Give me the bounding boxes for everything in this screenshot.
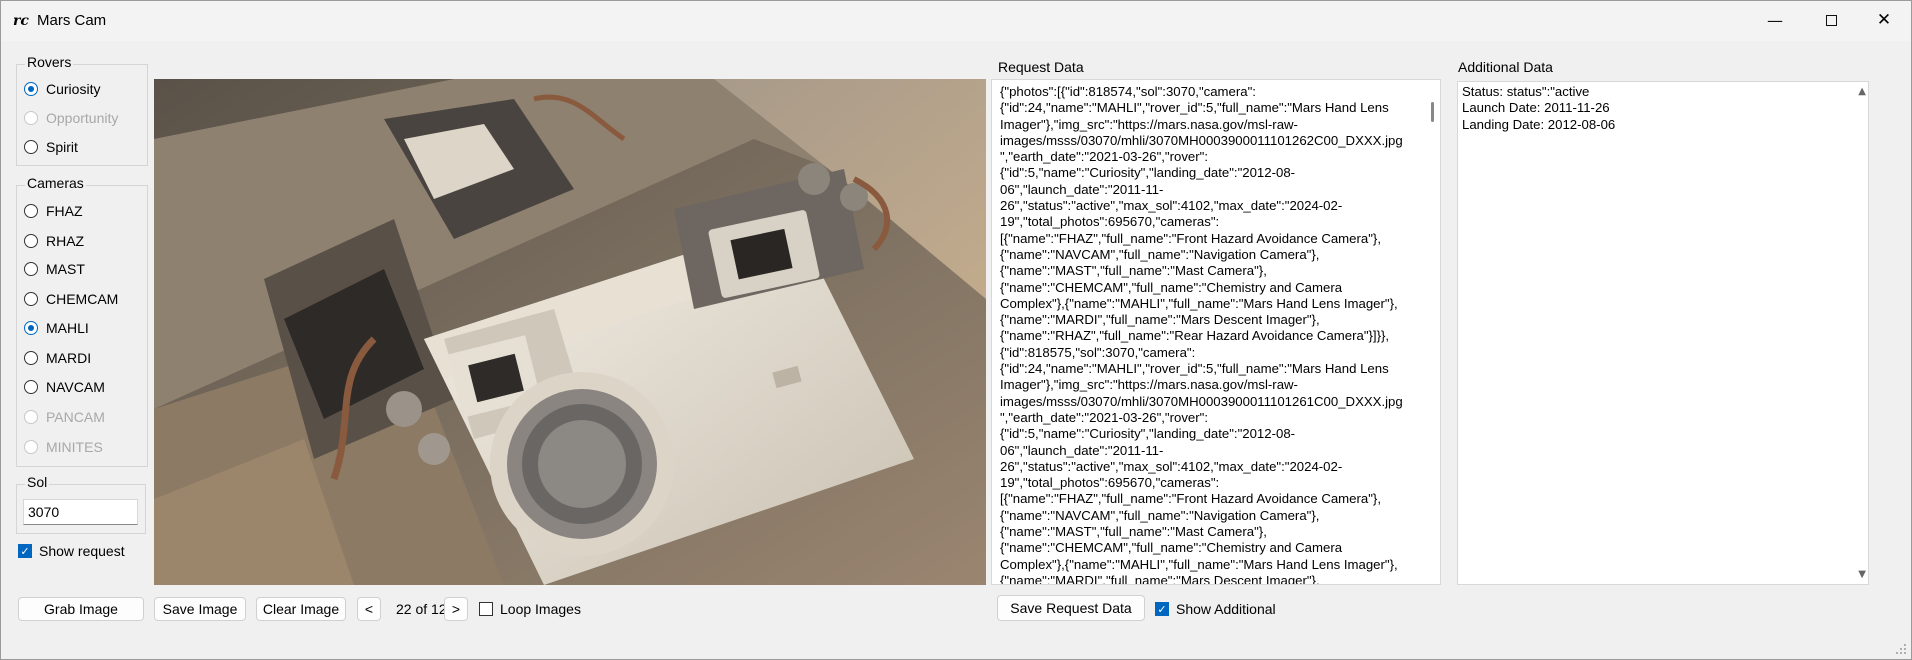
app-icon: rc [13,13,29,29]
checkbox-indicator [479,602,493,616]
camera-radio-mardi[interactable]: MARDI [24,347,91,369]
paging-counter: 22 of 12 [396,601,444,617]
camera-radio-mast[interactable]: MAST [24,258,85,280]
radio-indicator [24,351,38,365]
radio-indicator [24,234,38,248]
radio-indicator [24,380,38,394]
rover-photo-illustration [154,79,986,585]
checkbox-label: Show Additional [1176,601,1276,617]
additional-status-line: Status: status":"active [1462,84,1590,99]
additional-landing-date-line: Landing Date: 2012-08-06 [1462,116,1616,132]
sol-group-label: Sol [25,474,50,490]
camera-radio-minites[interactable]: MINITES [24,436,103,458]
request-data-textbox[interactable]: {"photos":[{"id":818574,"sol":3070,"came… [991,79,1441,585]
minimize-button[interactable]: — [1748,0,1802,40]
additional-launch-date-line: Launch Date: 2011-11-26 [1462,100,1610,116]
request-scrollbar[interactable] [1424,80,1440,584]
cameras-group-label: Cameras [25,175,86,191]
request-data-text: {"photos":[{"id":818574,"sol":3070,"came… [1000,84,1403,585]
main-window: rc Mars Cam Rovers Curiosity Opportunity… [0,0,1912,660]
resize-grip-icon[interactable] [1895,643,1907,655]
sol-input[interactable]: 3070 [23,499,138,525]
rover-image [154,79,986,585]
next-image-button[interactable]: > [444,597,468,621]
radio-label: Spirit [46,139,78,155]
additional-scrollbar[interactable]: ▲ ▼ [1852,82,1868,584]
radio-label: FHAZ [46,203,83,219]
checkbox-indicator: ✓ [18,544,32,558]
show-request-checkbox[interactable]: ✓ Show request [18,543,125,559]
radio-label: MINITES [46,439,103,455]
radio-indicator [24,321,38,335]
title-bar[interactable]: rc Mars Cam [1,1,1911,41]
radio-label: CHEMCAM [46,291,119,307]
checkbox-indicator: ✓ [1155,602,1169,616]
save-image-button[interactable]: Save Image [154,597,246,621]
camera-radio-fhaz[interactable]: FHAZ [24,200,83,222]
radio-label: Opportunity [46,110,119,126]
request-data-label: Request Data [998,59,1084,75]
radio-label: PANCAM [46,409,105,425]
close-icon: ✕ [1876,10,1892,30]
radio-indicator [24,410,38,424]
scroll-down-arrow-icon[interactable]: ▼ [1858,569,1866,580]
rover-radio-spirit[interactable]: Spirit [24,136,78,158]
radio-label: NAVCAM [46,379,105,395]
radio-label: RHAZ [46,233,85,249]
camera-radio-pancam[interactable]: PANCAM [24,406,105,428]
radio-label: MARDI [46,350,92,366]
scroll-up-arrow-icon[interactable]: ▲ [1858,86,1866,97]
maximize-button[interactable] [1804,0,1858,40]
radio-indicator [24,82,38,96]
close-button[interactable]: ✕ [1858,0,1910,40]
camera-radio-mahli[interactable]: MAHLI [24,317,89,339]
rover-radio-opportunity[interactable]: Opportunity [24,107,118,129]
window-title: Mars Cam [37,12,107,29]
radio-label: MAHLI [46,320,89,336]
radio-indicator [24,204,38,218]
additional-data-textbox[interactable]: Status: status":"active Launch Date: 201… [1457,81,1869,585]
grab-image-button[interactable]: Grab Image [18,597,144,621]
radio-label: Curiosity [46,81,101,97]
radio-indicator [24,440,38,454]
loop-images-checkbox[interactable]: Loop Images [479,601,581,617]
checkbox-label: Show request [39,543,125,559]
save-request-data-button[interactable]: Save Request Data [997,595,1145,621]
camera-radio-navcam[interactable]: NAVCAM [24,376,105,398]
maximize-icon [1825,14,1837,26]
radio-indicator [24,262,38,276]
camera-radio-rhaz[interactable]: RHAZ [24,230,84,252]
rover-radio-curiosity[interactable]: Curiosity [24,78,100,100]
scroll-thumb[interactable] [1431,102,1434,122]
camera-radio-chemcam[interactable]: CHEMCAM [24,288,118,310]
radio-indicator [24,111,38,125]
radio-label: MAST [46,261,85,277]
radio-indicator [24,292,38,306]
clear-image-button[interactable]: Clear Image [256,597,346,621]
additional-data-label: Additional Data [1458,59,1553,75]
checkbox-label: Loop Images [500,601,581,617]
radio-indicator [24,140,38,154]
show-additional-checkbox[interactable]: ✓ Show Additional [1155,601,1276,617]
previous-image-button[interactable]: < [357,597,381,621]
rovers-group-label: Rovers [25,54,74,70]
minimize-icon: — [1767,10,1783,30]
